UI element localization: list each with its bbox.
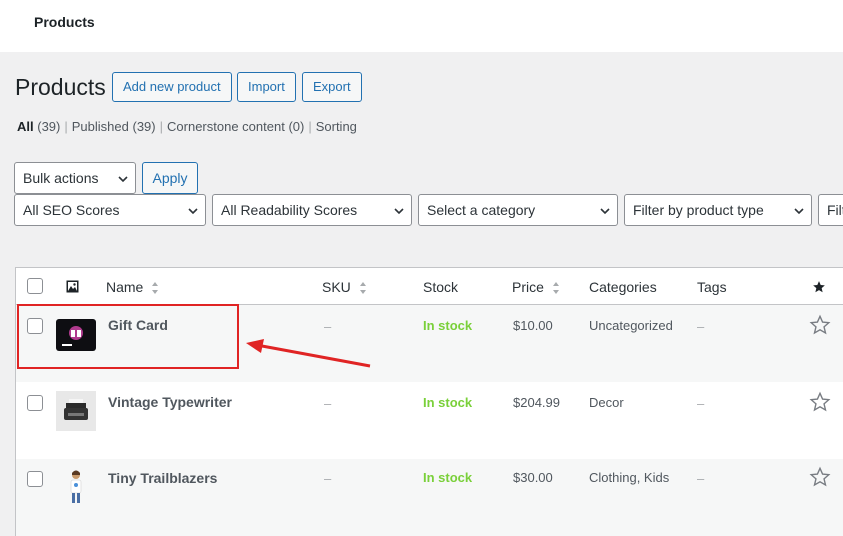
featured-star-icon[interactable] [809,391,831,413]
chevron-down-icon [600,208,610,215]
column-stock: Stock [423,279,459,295]
column-name[interactable]: Name [106,279,159,295]
column-name-label: Name [106,279,144,295]
image-icon [66,280,79,293]
product-categories[interactable]: Decor [589,395,624,410]
bulk-actions-select[interactable]: Bulk actions [14,162,136,194]
seo-score-value: All SEO Scores [23,202,120,218]
view-all-link[interactable]: All [17,119,34,134]
view-all-count: (39) [37,119,61,134]
chevron-down-icon [794,208,804,215]
view-filters: All (39) | Published (39) | Cornerstone cont… [17,119,357,134]
category-value: Select a category [427,202,536,218]
seo-score-filter[interactable]: All SEO Scores [14,194,206,226]
view-cornerstone-count: (0) [288,119,305,134]
product-type-value: Filter by product type [633,202,764,218]
column-price[interactable]: Price [512,279,560,295]
product-price: $30.00 [513,470,553,485]
table-header: Name SKU Stock Price Categories Tags [16,268,843,305]
product-tags: – [697,471,705,486]
annotation-highlight-box [17,304,239,369]
row-checkbox[interactable] [27,395,43,411]
product-sku: – [324,396,332,411]
column-price-label: Price [512,279,544,295]
view-sorting-link[interactable]: Sorting [316,119,357,134]
product-tags: – [697,396,705,411]
stock-status: In stock [423,470,473,485]
featured-star-icon[interactable] [809,314,831,336]
view-separator: | [308,119,312,134]
product-categories[interactable]: Clothing, Kids [589,470,669,485]
view-cornerstone-link[interactable]: Cornerstone content [167,119,285,134]
column-categories: Categories [589,279,657,295]
page-title: Products [15,74,106,100]
table-row: Tiny Trailblazers – In stock $30.00 Clot… [16,459,843,536]
featured-star-icon[interactable] [812,280,826,294]
chevron-down-icon [394,208,404,215]
annotation-arrow-icon [246,339,371,368]
product-sku: – [324,471,332,486]
chevron-down-icon [118,176,128,183]
featured-star-icon[interactable] [809,466,831,488]
import-button[interactable]: Import [237,72,296,102]
stock-status-value: Filt [827,202,843,218]
apply-button[interactable]: Apply [142,162,198,194]
table-row: Vintage Typewriter – In stock $204.99 De… [16,382,843,459]
product-type-filter[interactable]: Filter by product type [624,194,812,226]
sort-icon [552,282,559,295]
kid-clothing-image [56,468,96,508]
stock-status-filter[interactable]: Filt [818,194,843,226]
readability-score-value: All Readability Scores [221,202,358,218]
bulk-actions-value: Bulk actions [23,170,99,186]
view-published-link[interactable]: Published [72,119,129,134]
view-separator: | [159,119,164,134]
select-all-checkbox[interactable] [27,278,43,294]
column-sku-label: SKU [322,279,351,295]
product-thumbnail[interactable] [56,391,96,431]
row-checkbox[interactable] [27,471,43,487]
add-new-product-button[interactable]: Add new product [112,72,232,102]
product-tags: – [697,319,705,334]
view-separator: | [64,119,68,134]
product-price: $204.99 [513,395,560,410]
sort-icon [359,282,366,295]
category-filter[interactable]: Select a category [418,194,618,226]
top-bar: Products [0,0,843,52]
column-tags: Tags [697,279,727,295]
stock-status: In stock [423,395,473,410]
product-thumbnail[interactable] [56,468,96,508]
chevron-down-icon [188,208,198,215]
column-sku[interactable]: SKU [322,279,367,295]
view-published-count: (39) [132,119,156,134]
breadcrumb-title: Products [34,14,95,30]
product-name-link[interactable]: Tiny Trailblazers [108,470,217,486]
typewriter-image [56,391,96,431]
export-button[interactable]: Export [302,72,362,102]
stock-status: In stock [423,318,473,333]
product-categories[interactable]: Uncategorized [589,318,673,333]
sort-icon [152,282,159,295]
product-name-link[interactable]: Vintage Typewriter [108,394,232,410]
readability-score-filter[interactable]: All Readability Scores [212,194,412,226]
product-price: $10.00 [513,318,553,333]
